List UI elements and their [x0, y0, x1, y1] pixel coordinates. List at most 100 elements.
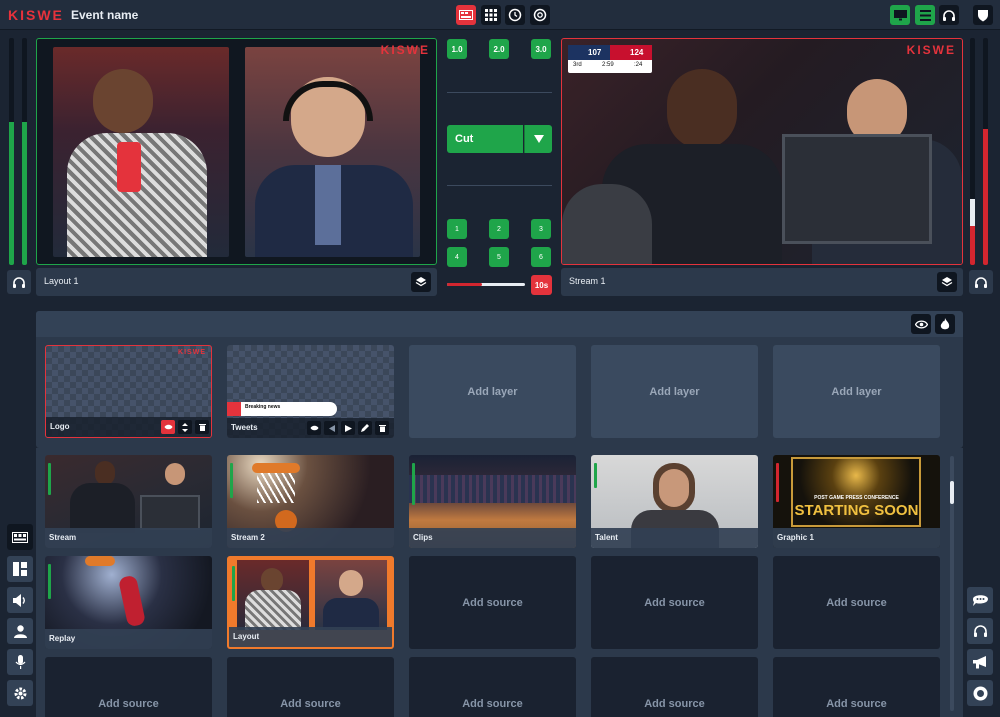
add-source-slot[interactable]: Add source: [773, 657, 940, 717]
microphone-icon: [15, 654, 25, 669]
sidebar-microphone-button[interactable]: [7, 649, 33, 675]
pin-1-button[interactable]: 1: [447, 219, 467, 239]
program-caption-bar: Stream 1: [561, 268, 963, 296]
kiswe-logo: KISWE: [8, 7, 64, 23]
source-label: Graphic 1: [777, 533, 814, 542]
layer-label: Tweets: [231, 423, 258, 432]
user-menu-button[interactable]: [973, 5, 993, 25]
source-graphic-1[interactable]: POST GAME PRESS CONFERENCE STARTING SOON…: [773, 455, 940, 548]
grid-view-button[interactable]: [481, 5, 501, 25]
add-layer-slot[interactable]: Add layer: [773, 345, 940, 438]
headset-icon: [943, 9, 955, 21]
add-layer-slot[interactable]: Add layer: [591, 345, 758, 438]
transition-duration-button[interactable]: 10s: [531, 275, 552, 295]
eye-icon: [164, 424, 172, 430]
pin-3-button[interactable]: 3: [531, 219, 551, 239]
preview-audio-meter-left: [9, 38, 14, 265]
transition-speed-1-button[interactable]: 1.0: [447, 39, 467, 59]
source-replay[interactable]: Replay: [45, 556, 212, 649]
sidebar-talent-button[interactable]: [7, 618, 33, 644]
preview-caption-bar: Layout 1: [36, 268, 437, 296]
preview-monitor[interactable]: KISWE: [36, 38, 437, 265]
event-name[interactable]: Event name: [71, 8, 138, 22]
away-score: 107: [588, 48, 602, 57]
pin-5-label: 5: [497, 253, 501, 261]
layer-visibility-toggle[interactable]: [161, 420, 175, 434]
transition-bar[interactable]: [447, 283, 525, 286]
sidebar-audio-button[interactable]: [7, 587, 33, 613]
transition-speed-3-button[interactable]: 3.0: [531, 39, 551, 59]
add-source-slot[interactable]: Add source: [591, 556, 758, 649]
source-clips[interactable]: Clips: [409, 455, 576, 548]
sidebar-record-button[interactable]: [967, 680, 993, 706]
source-stream[interactable]: Stream: [45, 455, 212, 548]
scrollbar-thumb[interactable]: [950, 481, 954, 504]
zoom-view-button[interactable]: [530, 5, 550, 25]
layer-reorder-handle[interactable]: [178, 420, 192, 434]
layer-tweets[interactable]: Breaking news Tweets: [227, 345, 394, 438]
scorebug: 107 124 3rd 2:59 :24: [568, 45, 652, 73]
add-source-slot[interactable]: Add source: [591, 657, 758, 717]
transition-speed-2-button[interactable]: 2.0: [489, 39, 509, 59]
add-source-slot[interactable]: Add source: [409, 556, 576, 649]
add-layer-slot[interactable]: Add layer: [409, 345, 576, 438]
source-label: Stream: [49, 533, 77, 542]
layer-visibility-toggle[interactable]: [307, 421, 321, 435]
source-layout[interactable]: Layout: [227, 556, 394, 649]
sidebar-chat-button[interactable]: [967, 587, 993, 613]
chevron-down-icon: [533, 135, 544, 143]
add-source-slot[interactable]: Add source: [45, 657, 212, 717]
layer-delete-button[interactable]: [195, 420, 209, 434]
sidebar-intercom-button[interactable]: [967, 618, 993, 644]
zoom-icon: [533, 8, 547, 22]
layer-burn-button[interactable]: [935, 314, 955, 334]
layer-visibility-button[interactable]: [911, 314, 931, 334]
pin-3-label: 3: [539, 225, 543, 233]
replay-view-button[interactable]: [505, 5, 525, 25]
sources-scrollbar[interactable]: [950, 456, 954, 711]
ticker-play-button[interactable]: [341, 421, 355, 435]
layout-cam-2: [315, 560, 387, 630]
sidebar-layout-button[interactable]: [7, 556, 33, 582]
layer-logo[interactable]: KISWE Logo: [45, 345, 212, 438]
pin-4-button[interactable]: 4: [447, 247, 467, 267]
layer-edit-button[interactable]: [358, 421, 372, 435]
layers-icon: [415, 277, 427, 287]
pin-5-button[interactable]: 5: [489, 247, 509, 267]
layer-delete-button[interactable]: [375, 421, 389, 435]
sidebar-settings-button[interactable]: [7, 680, 33, 706]
pin-2-button[interactable]: 2: [489, 219, 509, 239]
add-source-label: Add source: [98, 698, 159, 710]
source-audio-level: [48, 463, 51, 495]
program-monitor[interactable]: 107 124 3rd 2:59 :24 KISWE: [561, 38, 963, 265]
ticker-prev-button[interactable]: [324, 421, 338, 435]
cut-button[interactable]: Cut: [447, 125, 523, 153]
person-icon: [13, 624, 27, 638]
list-button[interactable]: [915, 5, 935, 25]
top-bar: KISWE Event name: [0, 0, 1000, 30]
logo-layer-watermark: KISWE: [178, 349, 206, 356]
source-label: Layout: [233, 632, 260, 641]
play-icon: [344, 424, 352, 432]
program-layers-button[interactable]: [937, 272, 957, 292]
source-bar: Clips: [409, 528, 576, 548]
add-source-slot[interactable]: Add source: [409, 657, 576, 717]
transition-type-dropdown[interactable]: [524, 125, 552, 153]
source-label: Replay: [49, 634, 76, 643]
preview-layers-button[interactable]: [411, 272, 431, 292]
pin-6-button[interactable]: 6: [531, 247, 551, 267]
monitor-button[interactable]: [890, 5, 910, 25]
sidebar-switcher-button[interactable]: [7, 524, 33, 550]
switcher-view-button[interactable]: [456, 5, 476, 25]
preview-listen-button[interactable]: [7, 270, 31, 294]
headset-button[interactable]: [939, 5, 959, 25]
add-source-label: Add source: [644, 698, 705, 710]
chat-icon: [972, 595, 988, 606]
source-stream-2[interactable]: Stream 2: [227, 455, 394, 548]
source-bar: Stream: [45, 528, 212, 548]
add-source-slot[interactable]: Add source: [773, 556, 940, 649]
source-talent[interactable]: Talent: [591, 455, 758, 548]
sidebar-announce-button[interactable]: [967, 649, 993, 675]
program-listen-button[interactable]: [969, 270, 993, 294]
add-source-slot[interactable]: Add source: [227, 657, 394, 717]
